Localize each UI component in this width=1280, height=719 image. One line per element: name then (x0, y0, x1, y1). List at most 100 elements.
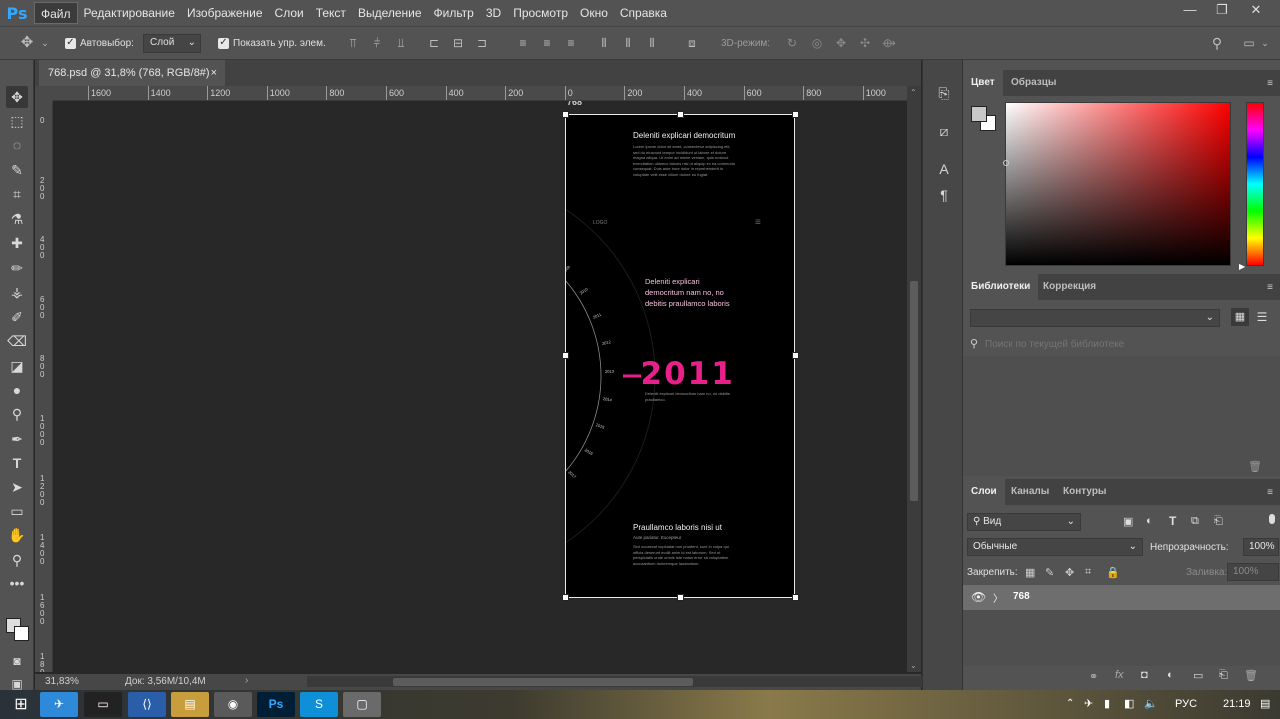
menu-select[interactable]: Выделение (352, 2, 428, 24)
panel-menu-icon[interactable]: ≡ (1267, 282, 1273, 293)
path-select-tool-icon[interactable]: ➤ (6, 476, 28, 498)
menu-edit[interactable]: Редактирование (78, 2, 181, 24)
new-layer-icon[interactable]: ⎗ (1219, 669, 1228, 682)
delete-layer-icon[interactable]: 🗑 (1244, 669, 1258, 682)
move-tool-icon[interactable]: ✥ (6, 86, 28, 108)
menu-filter[interactable]: Фильтр (428, 2, 480, 24)
healing-brush-tool-icon[interactable]: ✚ (6, 232, 28, 254)
distribute-top-icon[interactable]: ≡ (516, 36, 530, 50)
trash-icon[interactable]: 🗑 (1248, 460, 1262, 473)
adjustment-layer-icon[interactable]: ◐ (1167, 669, 1174, 681)
transform-handle-tc[interactable] (677, 111, 684, 118)
artboard-768[interactable]: Deleniti explicari democritum Lorem ipsu… (565, 114, 795, 598)
align-right-icon[interactable]: ⊐ (475, 36, 489, 50)
align-left-icon[interactable]: ⊏ (427, 36, 441, 50)
telegram-icon[interactable]: ✈ (40, 692, 78, 717)
distribute-hcenter-icon[interactable]: ⦀ (621, 36, 635, 50)
horizontal-scrollbar[interactable] (307, 676, 927, 687)
eyedropper-tool-icon[interactable]: ⚗ (6, 208, 28, 230)
tool-preset-chevron-icon[interactable]: ⌄ (38, 36, 52, 50)
windows-start-icon[interactable]: ⊞ (2, 692, 40, 717)
quick-mask-icon[interactable]: ◙ (6, 650, 28, 672)
tab-channels[interactable]: Каналы (1003, 479, 1057, 505)
new-group-icon[interactable]: ▭ (1193, 669, 1203, 682)
menu-text[interactable]: Текст (310, 2, 352, 24)
artboard-label[interactable]: 768 (567, 101, 582, 107)
tray-battery-icon[interactable]: ▮ (1104, 697, 1110, 710)
ruler-origin[interactable] (35, 86, 53, 101)
chrome-icon[interactable]: ◉ (214, 692, 252, 717)
tab-layers[interactable]: Слои (963, 479, 1005, 505)
lock-position-icon[interactable]: ✥ (1065, 566, 1074, 579)
library-search-input[interactable] (985, 336, 1265, 352)
cmd-icon[interactable]: ▭ (84, 692, 122, 717)
expand-chevron-icon[interactable]: 〉 (993, 590, 1003, 605)
zoom-tool-icon[interactable]: ⚲ (6, 549, 28, 571)
dodge-tool-icon[interactable]: ⚲ (6, 403, 28, 425)
document-tab[interactable]: 768.psd @ 31,8% (768, RGB/8#) × (39, 60, 225, 86)
history-panel-icon[interactable]: ⎘ (933, 82, 955, 104)
layer-name[interactable]: 768 (1013, 591, 1030, 602)
filter-adjustment-icon[interactable]: ◐ (1146, 515, 1153, 527)
vertical-ruler[interactable]: 0 200 400 600 800 1000 1200 1400 1600 1800 (35, 101, 53, 672)
search-icon[interactable]: ⚲ (1210, 36, 1224, 50)
lock-pixels-icon[interactable]: ✎ (1045, 566, 1054, 579)
transform-handle-ml[interactable] (562, 352, 569, 359)
lock-artboard-icon[interactable]: ⌗ (1085, 566, 1091, 579)
type-tool-icon[interactable]: T (6, 452, 28, 474)
list-view-icon[interactable]: ☰ (1253, 308, 1271, 326)
quick-select-tool-icon[interactable]: ✎ (6, 159, 28, 181)
link-layers-icon[interactable]: ⚭ (1089, 670, 1098, 683)
hue-slider[interactable] (1246, 102, 1264, 266)
transform-handle-br[interactable] (792, 594, 799, 601)
history-brush-tool-icon[interactable]: ✐ (6, 306, 28, 328)
background-color-swatch[interactable] (14, 626, 29, 641)
workspace-chevron-icon[interactable]: ⌄ (1258, 36, 1272, 50)
tab-swatches[interactable]: Образцы (1003, 70, 1064, 96)
character-panel-icon[interactable]: A (933, 158, 955, 180)
tab-libraries[interactable]: Библиотеки (963, 274, 1039, 300)
zoom-level[interactable]: 31,83% (45, 676, 79, 687)
filter-toggle[interactable] (1269, 514, 1275, 524)
auto-select-checkbox[interactable]: ✓ (65, 38, 76, 49)
menu-layers[interactable]: Слои (269, 2, 310, 24)
pen-tool-icon[interactable]: ✒ (6, 428, 28, 450)
align-vcenter-icon[interactable]: ⫩ (370, 36, 384, 50)
layer-style-icon[interactable]: fx (1115, 669, 1124, 681)
3d-roll-icon[interactable]: ◎ (810, 36, 824, 50)
layer-row[interactable]: 👁 〉 768 (963, 585, 1280, 610)
distribute-vcenter-icon[interactable]: ≡ (540, 36, 554, 50)
transform-handle-tr[interactable] (792, 111, 799, 118)
notifications-icon[interactable]: ▤ (1260, 697, 1270, 710)
scroll-down-icon[interactable]: ⌄ (910, 661, 917, 670)
align-bottom-icon[interactable]: ⫫ (394, 36, 408, 50)
skype-icon[interactable]: S (300, 692, 338, 717)
menu-view[interactable]: Просмотр (507, 2, 574, 24)
blur-tool-icon[interactable]: ● (6, 379, 28, 401)
panel-menu-icon[interactable]: ≡ (1267, 487, 1273, 498)
filter-type-icon[interactable]: T (1169, 514, 1176, 528)
close-tab-icon[interactable]: × (211, 60, 217, 86)
tray-expand-icon[interactable]: ⌃ (1066, 698, 1074, 709)
vertical-scroll-thumb[interactable] (910, 281, 918, 501)
lock-transparency-icon[interactable]: ▦ (1025, 566, 1035, 579)
3d-orbit-icon[interactable]: ↻ (785, 36, 799, 50)
distribute-bottom-icon[interactable]: ≡ (564, 36, 578, 50)
explorer-icon[interactable]: ▤ (171, 692, 209, 717)
color-picker-field[interactable] (1005, 102, 1231, 266)
transform-handle-bl[interactable] (562, 594, 569, 601)
scroll-up-icon[interactable]: ⌃ (910, 88, 917, 97)
lock-all-icon[interactable]: 🔒 (1106, 566, 1120, 579)
crop-tool-icon[interactable]: ⌗ (6, 183, 28, 205)
menu-file[interactable]: Файл (34, 2, 78, 24)
brush-settings-icon[interactable]: ⧄ (933, 120, 955, 142)
stamp-tool-icon[interactable]: ⚶ (6, 281, 28, 303)
marquee-tool-icon[interactable]: ⬚ (6, 110, 28, 132)
filter-smart-object-icon[interactable]: ⎗ (1214, 515, 1223, 528)
tray-volume-icon[interactable]: 🔈 (1144, 697, 1158, 710)
vscode-icon[interactable]: ⟨⟩ (128, 692, 166, 717)
3d-scale-icon[interactable]: ⟴ (882, 36, 896, 50)
3d-pan-icon[interactable]: ✥ (834, 36, 848, 50)
blend-mode-dropdown[interactable]: Обычные ⌄ (967, 538, 1143, 556)
distribute-left-icon[interactable]: ⦀ (597, 36, 611, 50)
